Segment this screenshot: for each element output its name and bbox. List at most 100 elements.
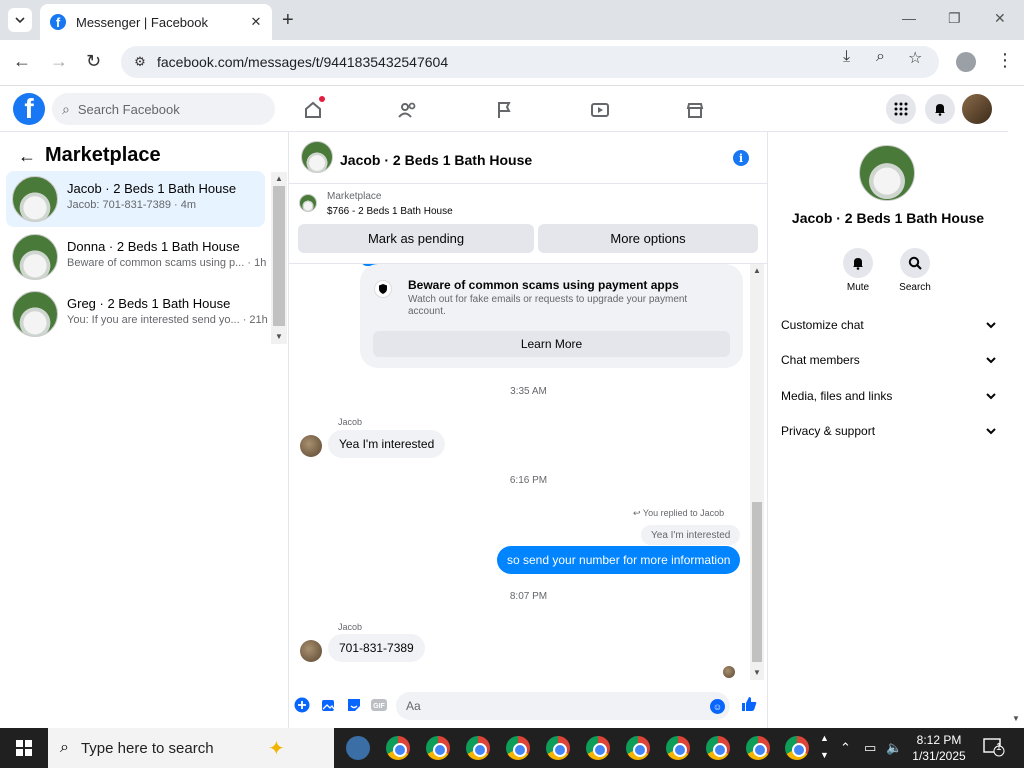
tab-search-button[interactable] [8, 8, 32, 32]
incoming-message[interactable]: 701-831-7389 [328, 634, 425, 662]
taskbar-clock[interactable]: 8:12 PM 1/31/2025 [906, 732, 972, 764]
app-pinned-icon[interactable] [346, 736, 370, 760]
photo-icon[interactable] [319, 696, 337, 714]
marketplace-listing-banner: Marketplace $766 - 2 Beds 1 Bath House M… [289, 184, 768, 264]
forward-icon[interactable]: → [50, 51, 68, 72]
profile-icon[interactable] [956, 52, 976, 72]
chrome-icon[interactable] [546, 736, 570, 760]
chrome-icon[interactable] [706, 736, 730, 760]
sender-avatar[interactable] [300, 640, 322, 662]
scroll-down-icon[interactable]: ▼ [275, 332, 283, 341]
chrome-icon[interactable] [466, 736, 490, 760]
listing-price-title[interactable]: $766 - 2 Beds 1 Bath House [327, 206, 453, 217]
thread-list-scrollbar[interactable]: ▲ ▼ [271, 172, 287, 344]
quoted-message[interactable]: Yea I'm interested [641, 525, 741, 545]
windows-start-icon[interactable] [16, 740, 32, 756]
thread-item-greg[interactable]: Greg · 2 Beds 1 Bath House You: If you a… [6, 286, 268, 342]
chrome-icon[interactable] [785, 736, 809, 760]
zoom-icon[interactable]: ⌕ [876, 48, 885, 66]
search-in-conversation-button[interactable]: Search [890, 248, 940, 293]
close-window-icon[interactable]: ✕ [994, 10, 1006, 27]
chat-members-row[interactable]: Chat members [781, 350, 996, 370]
chrome-icon[interactable] [506, 736, 530, 760]
privacy-support-row[interactable]: Privacy & support [781, 421, 996, 441]
listing-thumbnail[interactable] [299, 194, 317, 212]
sticker-icon[interactable] [345, 696, 363, 714]
message-composer: GIF Aa ☺ [289, 684, 768, 728]
row-label: Media, files and links [781, 389, 893, 403]
chrome-icon[interactable] [586, 736, 610, 760]
notifications-bell-icon[interactable] [925, 94, 955, 124]
conversation-avatar[interactable] [301, 141, 333, 173]
browser-tab-messenger[interactable]: f Messenger | Facebook ✕ [40, 4, 272, 40]
chrome-icon[interactable] [746, 736, 770, 760]
browser-menu-icon[interactable]: ⋮ [996, 50, 1014, 71]
restore-icon[interactable]: ❐ [948, 10, 961, 27]
pages-flag-icon[interactable] [492, 98, 516, 122]
media-files-links-row[interactable]: Media, files and links [781, 386, 996, 406]
friends-icon[interactable] [396, 98, 420, 122]
info-icon[interactable]: i [733, 150, 749, 166]
tab-close-icon[interactable]: ✕ [248, 14, 264, 30]
incoming-message[interactable]: Yea I'm interested [328, 430, 446, 458]
account-avatar[interactable] [962, 94, 992, 124]
scroll-up-icon[interactable]: ▲ [275, 174, 283, 183]
chrome-icon[interactable] [426, 736, 450, 760]
chrome-icon[interactable] [666, 736, 690, 760]
conversation-title[interactable]: Jacob · 2 Beds 1 Bath House [340, 152, 532, 168]
conversation-header: Jacob · 2 Beds 1 Bath House i [289, 132, 768, 184]
url-text[interactable]: facebook.com/messages/t/9441835432547604 [157, 54, 448, 70]
back-icon[interactable]: ← [13, 51, 31, 72]
chrome-icon[interactable] [626, 736, 650, 760]
mute-label: Mute [846, 282, 870, 293]
volume-icon[interactable]: 🔈 [886, 740, 902, 756]
search-facebook-input[interactable]: ⌕ Search Facebook [52, 93, 275, 125]
thread-item-jacob[interactable]: Jacob · 2 Beds 1 Bath House Jacob: 701-8… [6, 171, 265, 227]
reload-icon[interactable]: ↻ [86, 51, 101, 72]
install-app-icon[interactable]: ⤓ [843, 48, 850, 66]
scroll-down-icon[interactable]: ▼ [1012, 714, 1020, 723]
marketplace-store-icon[interactable] [683, 98, 707, 122]
scroll-up-icon[interactable]: ▲ [753, 266, 761, 275]
chevron-down-icon [986, 353, 996, 367]
windows-taskbar: ⌕ Type here to search ✦ ▲ ▼ ⌃ ▭ 🔈 8:12 PM… [0, 728, 1024, 768]
gif-icon[interactable]: GIF [370, 696, 388, 714]
learn-more-button[interactable]: Learn More [373, 331, 730, 357]
scrollbar-thumb[interactable] [273, 186, 285, 326]
taskbar-search-box[interactable]: ⌕ Type here to search ✦ [48, 728, 334, 768]
scroll-down-icon[interactable]: ▼ [753, 668, 761, 677]
message-scrollbar[interactable]: ▲ ▼ [750, 264, 764, 680]
thread-item-donna[interactable]: Donna · 2 Beds 1 Bath House Beware of co… [6, 229, 266, 285]
show-hidden-icons-icon[interactable]: ⌃ [840, 740, 851, 756]
mute-button[interactable]: Mute [833, 248, 883, 293]
new-tab-icon[interactable]: + [282, 9, 294, 32]
watch-video-icon[interactable] [588, 98, 612, 122]
address-bar[interactable]: ⚙ facebook.com/messages/t/94418354325476… [121, 46, 939, 78]
thread-preview: You: If you are interested send yo... · … [67, 314, 268, 326]
customize-chat-row[interactable]: Customize chat [781, 315, 996, 335]
timestamp-separator: 3:35 AM [510, 386, 547, 397]
search-icon: ⌕ [60, 739, 69, 756]
menu-grid-icon[interactable] [886, 94, 916, 124]
outgoing-message[interactable]: so send your number for more information [497, 546, 741, 574]
more-options-button[interactable]: More options [538, 224, 758, 253]
plus-actions-icon[interactable] [293, 696, 311, 714]
message-input[interactable]: Aa [396, 692, 730, 720]
bookmark-star-icon[interactable]: ☆ [908, 48, 922, 68]
minimize-icon[interactable]: — [902, 10, 916, 26]
emoji-icon[interactable]: ☺ [710, 699, 725, 714]
mark-as-pending-button[interactable]: Mark as pending [298, 224, 534, 253]
sender-avatar[interactable] [300, 435, 322, 457]
thumbs-up-icon[interactable] [740, 695, 758, 713]
action-center-icon[interactable]: 1 [983, 737, 1005, 757]
browser-toolbar: ← → ↻ ⚙ facebook.com/messages/t/94418354… [0, 40, 1024, 86]
facebook-logo-icon[interactable]: f [13, 93, 45, 125]
scrollbar-thumb[interactable] [752, 502, 762, 662]
back-arrow-icon[interactable]: ← [18, 146, 36, 167]
network-icon[interactable]: ▭ [864, 740, 876, 756]
contact-avatar[interactable] [859, 145, 915, 201]
taskbar-scroll-icon[interactable]: ▲ ▼ [820, 730, 829, 764]
page-scrollbar[interactable]: ▼ [1008, 86, 1024, 728]
chrome-icon[interactable] [386, 736, 410, 760]
site-info-icon[interactable]: ⚙ [131, 53, 149, 71]
